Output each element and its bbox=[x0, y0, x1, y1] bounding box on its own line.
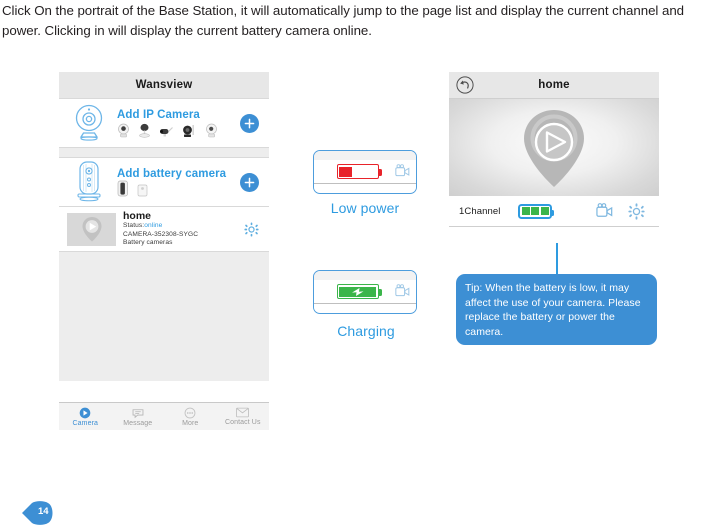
video-preview[interactable] bbox=[449, 98, 659, 196]
battery-indicator bbox=[518, 203, 555, 219]
camera-icon bbox=[79, 407, 91, 418]
gear-icon bbox=[243, 221, 259, 237]
more-icon bbox=[184, 407, 196, 418]
bullet-camera-icon bbox=[160, 126, 173, 136]
video-camera-icon[interactable] bbox=[596, 202, 613, 220]
device-info: home Status:online CAMERA-352308-SYGC Ba… bbox=[116, 209, 241, 247]
charging-card bbox=[313, 270, 417, 314]
tab-camera-label: Camera bbox=[72, 419, 98, 427]
device-status: Status:online bbox=[123, 222, 241, 230]
charging-card-body bbox=[314, 280, 416, 303]
ip-camera-icon bbox=[67, 104, 111, 142]
charging-battery-fill bbox=[339, 286, 376, 297]
status-bar-actions bbox=[596, 202, 649, 220]
left-phone-mockup: Wansview Add IP Camera Add battery camer… bbox=[59, 72, 269, 430]
channel-label: 1Channel bbox=[459, 205, 501, 217]
tab-camera[interactable]: Camera bbox=[59, 403, 112, 430]
low-power-caption: Low power bbox=[330, 200, 400, 216]
right-phone-title: home bbox=[538, 79, 570, 91]
device-status-value: online bbox=[144, 222, 163, 230]
battery-full-icon bbox=[518, 203, 555, 219]
tab-contact-us-label: Contact Us bbox=[224, 419, 261, 426]
charging-card-bottom-strip bbox=[314, 303, 416, 312]
low-power-card-top-strip bbox=[314, 151, 416, 160]
tooltip-battery-low: Tip: When the battery is low, it may aff… bbox=[456, 274, 657, 345]
device-name: home bbox=[123, 209, 152, 222]
device-list-empty-area bbox=[59, 252, 269, 381]
play-icon bbox=[524, 109, 584, 187]
add-ip-camera-plus-button[interactable] bbox=[240, 113, 259, 133]
low-battery-fill bbox=[339, 166, 352, 177]
bottom-tab-bar: Camera Message More Contact Us bbox=[59, 402, 269, 430]
charging-card-top-strip bbox=[314, 271, 416, 280]
add-ip-camera-label: Add IP Camera bbox=[117, 108, 200, 121]
intro-paragraph: Click On the portrait of the Base Statio… bbox=[2, 3, 685, 38]
device-id: CAMERA-352308-SYGC bbox=[123, 230, 199, 238]
battery-segment-3 bbox=[540, 207, 549, 215]
right-phone-header: home bbox=[449, 72, 659, 98]
ip-camera-thumb-strip bbox=[117, 122, 240, 138]
play-icon bbox=[82, 217, 101, 242]
tab-contact-us[interactable]: Contact Us bbox=[217, 403, 270, 430]
left-phone-header: Wansview bbox=[59, 72, 269, 98]
plus-icon bbox=[244, 177, 255, 187]
battery-sensor-icon bbox=[137, 184, 148, 196]
battery-segment-2 bbox=[531, 207, 540, 215]
gear-icon[interactable] bbox=[628, 202, 645, 220]
section-gap-1 bbox=[59, 148, 269, 157]
add-battery-camera-label: Add battery camera bbox=[117, 167, 227, 180]
charging-caption: Charging bbox=[337, 323, 395, 339]
battery-segment-1 bbox=[521, 207, 530, 215]
add-battery-camera-plus-button[interactable] bbox=[240, 172, 259, 192]
lightning-bolt-icon bbox=[351, 287, 363, 296]
device-status-label: Status: bbox=[123, 222, 145, 230]
base-station-icon bbox=[67, 161, 111, 203]
dome-camera-icon bbox=[139, 123, 150, 138]
ptz-camera-icon bbox=[183, 124, 194, 137]
add-battery-camera-body: Add battery camera bbox=[111, 168, 240, 197]
page-number: 14 bbox=[38, 505, 49, 517]
tab-more-label: More bbox=[182, 419, 199, 427]
low-power-card-body bbox=[314, 160, 416, 183]
tab-message-label: Message bbox=[123, 419, 153, 427]
device-settings-button[interactable] bbox=[241, 221, 261, 237]
battery-camera-icon bbox=[117, 180, 128, 196]
video-camera-icon bbox=[395, 284, 410, 297]
page-number-badge: 14 bbox=[22, 500, 66, 526]
device-list-item-home[interactable]: home Status:online CAMERA-352308-SYGC Ba… bbox=[59, 207, 269, 251]
low-battery-icon bbox=[336, 164, 382, 179]
low-power-card-bottom-strip bbox=[314, 183, 416, 192]
page-root: Click On the portrait of the Base Statio… bbox=[0, 0, 707, 529]
back-arrow-icon bbox=[456, 76, 474, 94]
back-button[interactable] bbox=[456, 76, 474, 94]
add-ip-camera-body: Add IP Camera bbox=[111, 109, 240, 138]
device-type: Battery cameras bbox=[123, 239, 173, 247]
indoor-camera-icon bbox=[206, 123, 217, 137]
device-thumbnail bbox=[67, 212, 116, 246]
pan-tilt-camera-icon bbox=[118, 123, 129, 137]
right-phone-mockup: home 1Channel bbox=[449, 72, 659, 248]
channel-status-bar: 1Channel bbox=[449, 196, 659, 227]
message-icon bbox=[132, 408, 144, 418]
tooltip-connector-line bbox=[556, 243, 558, 275]
add-ip-camera-row[interactable]: Add IP Camera bbox=[59, 99, 269, 147]
add-battery-camera-row[interactable]: Add battery camera bbox=[59, 158, 269, 206]
mail-icon bbox=[236, 407, 250, 418]
tab-message[interactable]: Message bbox=[112, 403, 165, 430]
low-power-card bbox=[313, 150, 417, 194]
charging-battery-icon bbox=[336, 284, 382, 299]
tab-more[interactable]: More bbox=[164, 403, 217, 430]
plus-icon bbox=[244, 118, 255, 128]
app-title: Wansview bbox=[135, 79, 193, 91]
video-camera-icon bbox=[395, 164, 410, 177]
battery-camera-thumb-strip bbox=[117, 180, 240, 197]
